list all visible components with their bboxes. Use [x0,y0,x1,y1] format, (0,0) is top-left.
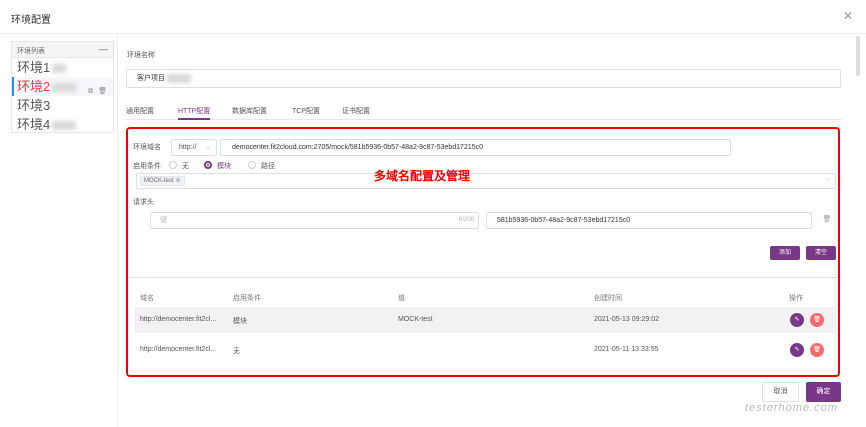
http-config-highlight: 环境域名 http:// ⌵ democenter.fit2cloud.com:… [126,127,840,377]
env-detail-panel: 环境名称 客户项目 通用配置 HTTP配置 数据库配置 TCP配置 证书配置 环… [126,34,842,427]
radio-checked-icon [204,161,212,169]
edit-icon[interactable]: ✎ [790,343,804,357]
cell-created: 2021-05-13 09:29:02 [594,316,659,323]
delete-icon[interactable]: 🗑 [810,313,824,327]
protocol-select[interactable]: http:// ⌵ [171,139,217,156]
confirm-button[interactable]: 确定 [806,382,841,402]
col-header-domain: 域名 [140,295,154,302]
condition-label: 启用条件 [133,163,161,170]
col-header-created: 创建时间 [594,295,622,302]
delete-icon[interactable]: 🗑 [810,343,824,357]
tab-database[interactable]: 数据库配置 [232,106,267,120]
tab-certificate[interactable]: 证书配置 [342,106,370,120]
condition-module-select[interactable]: MOCK-test ⊗ ⌵ [136,173,836,189]
cell-value: MOCK-test [398,316,433,323]
header-key-placeholder: 键 [160,217,167,224]
edit-icon[interactable]: ✎ [790,313,804,327]
env-list-header: 环境列表 — [12,42,113,58]
tab-general[interactable]: 通用配置 [126,106,154,120]
add-button[interactable]: 添加 [770,246,800,260]
cancel-button[interactable]: 取消 [762,382,799,402]
radio-label: 无 [182,163,189,170]
section-divider [128,277,838,278]
cell-condition: 无 [233,348,240,355]
table-row[interactable]: http://democenter.fit2cl... 无 2021-05-11… [134,337,836,363]
chevron-down-icon: ⌵ [824,176,830,183]
radio-path[interactable]: 路径 [248,161,275,171]
char-count: 0/200 [458,217,474,223]
cell-domain: http://democenter.fit2cl... [140,346,217,353]
env-list-title: 环境列表 [17,48,45,55]
col-header-value: 值 [398,295,405,302]
tab-tcp[interactable]: TCP配置 [292,106,320,120]
redacted-blur [52,121,77,131]
env-name-value: 客户项目 [137,75,165,82]
env-item-label: 环境1 [17,60,51,75]
radio-none[interactable]: 无 [169,161,189,171]
vertical-divider [117,34,118,427]
redacted-blur [52,83,77,93]
condition-tag: MOCK-test ⊗ [140,176,185,186]
env-name-input[interactable]: 客户项目 [126,69,841,88]
radio-circle-icon [169,161,177,169]
tab-http[interactable]: HTTP配置 [178,106,211,120]
redacted-blur [167,73,191,83]
tag-close-icon[interactable]: ⊗ [176,178,181,184]
env-config-dialog: 环境配置 ✕ 环境列表 — 环境1 环境2 ⧉ 🗑 环境3 环境4 环境名称 客户… [0,0,866,427]
cell-domain: http://democenter.fit2cl... [140,316,217,323]
domain-label: 环境域名 [133,144,161,151]
col-header-actions: 操作 [789,295,803,302]
tag-label: MOCK-test [144,178,174,184]
env-list-item[interactable]: 环境1 [12,58,113,77]
env-list-item-active[interactable]: 环境2 ⧉ 🗑 [12,77,113,96]
copy-icon[interactable]: ⧉ [88,88,93,95]
clear-button[interactable]: 清空 [806,246,836,260]
annotation-text: 多域名配置及管理 [374,169,471,183]
radio-circle-icon [248,161,256,169]
delete-icon[interactable]: 🗑 [98,88,107,95]
radio-label: 路径 [261,163,275,170]
domain-input[interactable]: democenter.fit2cloud.com:2705/mock/581b5… [220,139,731,156]
chevron-down-icon: ⌵ [205,144,211,151]
env-item-label: 环境2 [17,79,51,94]
header-value-input[interactable]: 581b5936-0b57-48a2-9c87-53ebd17215c0 [486,212,812,229]
cell-created: 2021-05-11 13:33:55 [594,346,659,353]
env-item-label: 环境4 [17,117,51,132]
delete-icon[interactable]: 🗑 [822,215,832,225]
cell-condition: 模块 [233,318,247,325]
radio-module[interactable]: 模块 [204,161,231,171]
env-list-item[interactable]: 环境4 [12,115,113,134]
close-icon[interactable]: ✕ [843,9,853,23]
protocol-value: http:// [179,144,197,151]
config-tabs: 通用配置 HTTP配置 数据库配置 TCP配置 证书配置 [126,106,842,120]
env-name-label: 环境名称 [127,52,155,59]
scrollbar-thumb[interactable] [856,36,860,76]
col-header-condition: 启用条件 [233,295,261,302]
env-list-item[interactable]: 环境3 [12,96,113,115]
redacted-blur [52,64,67,74]
watermark-text: testerhome.com [745,402,838,414]
dialog-header: 环境配置 ✕ [0,0,866,34]
table-row[interactable]: http://democenter.fit2cl... 模块 MOCK-test… [134,307,836,333]
header-key-input[interactable]: 键 0/200 [150,212,479,229]
collapse-icon[interactable]: — [99,44,108,54]
dialog-title: 环境配置 [11,15,51,26]
headers-label: 请求头 [133,199,154,206]
radio-label: 模块 [217,163,231,170]
scrollbar[interactable] [856,34,861,414]
env-item-label: 环境3 [17,98,51,113]
env-list-panel: 环境列表 — 环境1 环境2 ⧉ 🗑 环境3 环境4 [11,41,114,133]
